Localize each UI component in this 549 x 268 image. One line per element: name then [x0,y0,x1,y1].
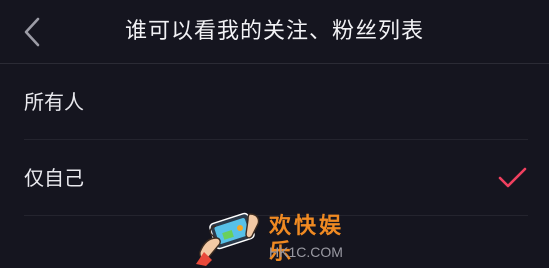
watermark: 欢快娱乐 HK1C.COM [194,208,364,266]
privacy-settings-screen: 谁可以看我的关注、粉丝列表 所有人 仅自己 欢快娱乐 HK1C.COM [0,0,549,268]
page-title: 谁可以看我的关注、粉丝列表 [124,19,424,44]
option-only-me[interactable]: 仅自己 [0,140,549,216]
hands-holding-phone-icon [196,212,260,266]
watermark-domain: HK1C.COM [269,244,343,260]
option-everyone[interactable]: 所有人 [0,64,549,140]
option-label-only-me: 仅自己 [24,166,84,190]
checkmark-icon [498,167,527,188]
option-label-everyone: 所有人 [24,90,84,114]
header-bar: 谁可以看我的关注、粉丝列表 [0,0,549,64]
